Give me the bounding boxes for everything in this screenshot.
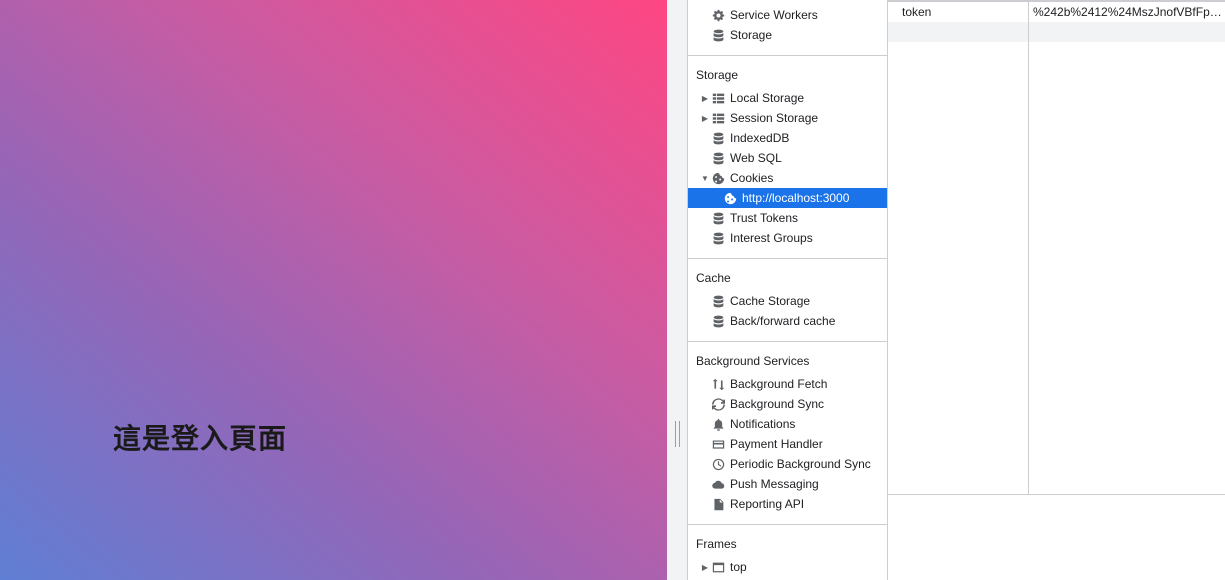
sidebar-item-label: Trust Tokens xyxy=(730,211,799,225)
sidebar-item-label: Push Messaging xyxy=(730,477,819,491)
section-divider xyxy=(688,524,887,525)
sidebar-item-indexeddb[interactable]: ▶ IndexedDB xyxy=(688,128,887,148)
cookie-value-cell[interactable]: %242b%2412%24MszJnofVBfFpb... xyxy=(1028,5,1225,19)
frame-icon xyxy=(711,560,725,574)
database-icon xyxy=(711,294,725,308)
sidebar-item-label: Interest Groups xyxy=(730,231,813,245)
expand-arrow-icon[interactable]: ▶ xyxy=(700,114,710,123)
sidebar-item-label: Service Workers xyxy=(730,8,818,22)
collapse-arrow-icon[interactable]: ▼ xyxy=(700,174,710,183)
splitter-grip[interactable] xyxy=(675,421,680,447)
sidebar-item-web-sql[interactable]: ▶ Web SQL xyxy=(688,148,887,168)
sidebar-item-label: Periodic Background Sync xyxy=(730,457,871,471)
database-icon xyxy=(711,131,725,145)
sidebar-item-label: Session Storage xyxy=(730,111,819,125)
database-icon xyxy=(711,211,725,225)
column-divider[interactable] xyxy=(1028,2,1029,495)
grid-icon xyxy=(711,91,725,105)
section-title-storage: Storage xyxy=(696,68,739,82)
file-icon xyxy=(711,497,725,511)
clock-icon xyxy=(711,457,725,471)
sidebar-item-session-storage[interactable]: ▶ Session Storage xyxy=(688,108,887,128)
sidebar-item-label: Background Fetch xyxy=(730,377,828,391)
table-row-empty[interactable] xyxy=(888,22,1225,42)
sidebar-item-label: http://localhost:3000 xyxy=(742,191,850,205)
cookie-name-cell[interactable]: token xyxy=(888,5,1028,19)
sidebar-item-label: Web SQL xyxy=(730,151,782,165)
page-viewport: 這是登入頁面 xyxy=(0,0,667,580)
database-icon xyxy=(711,28,725,42)
sidebar-item-label: Cookies xyxy=(730,171,774,185)
application-sidebar: ▶ Service Workers ▶ Storage Storage ▶ Lo… xyxy=(688,0,888,580)
page-heading: 這是登入頁面 xyxy=(113,422,288,455)
bell-icon xyxy=(711,417,725,431)
sidebar-item-cookie-origin[interactable]: ▶ http://localhost:3000 xyxy=(688,188,887,208)
cookie-icon xyxy=(711,171,725,185)
sidebar-item-label: Storage xyxy=(730,28,773,42)
cookie-icon xyxy=(723,191,737,205)
card-icon xyxy=(711,437,725,451)
gear-icon xyxy=(711,8,725,22)
sidebar-item-label: Reporting API xyxy=(730,497,805,511)
sidebar-item-back-forward-cache[interactable]: ▶ Back/forward cache xyxy=(688,311,887,331)
sidebar-item-periodic-background-sync[interactable]: ▶ Periodic Background Sync xyxy=(688,454,887,474)
database-icon xyxy=(711,231,725,245)
sidebar-item-payment-handler[interactable]: ▶ Payment Handler xyxy=(688,434,887,454)
section-title-cache: Cache xyxy=(696,271,731,285)
sidebar-item-label: IndexedDB xyxy=(730,131,790,145)
sidebar-item-notifications[interactable]: ▶ Notifications xyxy=(688,414,887,434)
sidebar-item-label: Back/forward cache xyxy=(730,314,836,328)
sidebar-item-cookies[interactable]: ▼ Cookies xyxy=(688,168,887,188)
sidebar-item-service-workers[interactable]: ▶ Service Workers xyxy=(688,5,887,25)
sidebar-item-label: Local Storage xyxy=(730,91,805,105)
expand-arrow-icon[interactable]: ▶ xyxy=(700,94,710,103)
sidebar-item-cache-storage[interactable]: ▶ Cache Storage xyxy=(688,291,887,311)
section-divider xyxy=(688,258,887,259)
cloud-icon xyxy=(711,477,725,491)
table-row[interactable]: token %242b%2412%24MszJnofVBfFpb... xyxy=(888,2,1225,22)
database-icon xyxy=(711,151,725,165)
sidebar-item-background-sync[interactable]: ▶ Background Sync xyxy=(688,394,887,414)
sidebar-item-local-storage[interactable]: ▶ Local Storage xyxy=(688,88,887,108)
database-icon xyxy=(711,314,725,328)
sync-icon xyxy=(711,397,725,411)
section-divider xyxy=(688,55,887,56)
sidebar-item-storage-overview[interactable]: ▶ Storage xyxy=(688,25,887,45)
up-down-arrows-icon xyxy=(711,377,725,391)
section-title-frames: Frames xyxy=(696,537,737,551)
sidebar-item-frame-top[interactable]: ▶ top xyxy=(688,557,887,577)
cookie-table: token %242b%2412%24MszJnofVBfFpb... xyxy=(888,0,1225,495)
sidebar-item-interest-groups[interactable]: ▶ Interest Groups xyxy=(688,228,887,248)
sidebar-item-label: Payment Handler xyxy=(730,437,823,451)
sidebar-item-label: Cache Storage xyxy=(730,294,811,308)
sidebar-item-label: top xyxy=(730,560,747,574)
section-divider xyxy=(688,341,887,342)
sidebar-item-reporting-api[interactable]: ▶ Reporting API xyxy=(688,494,887,514)
grid-icon xyxy=(711,111,725,125)
sidebar-item-push-messaging[interactable]: ▶ Push Messaging xyxy=(688,474,887,494)
section-title-background-services: Background Services xyxy=(696,354,810,368)
sidebar-item-background-fetch[interactable]: ▶ Background Fetch xyxy=(688,374,887,394)
cookie-preview-pane xyxy=(888,496,1225,580)
panel-splitter[interactable] xyxy=(667,0,688,580)
expand-arrow-icon[interactable]: ▶ xyxy=(700,563,710,572)
sidebar-item-trust-tokens[interactable]: ▶ Trust Tokens xyxy=(688,208,887,228)
sidebar-item-label: Background Sync xyxy=(730,397,825,411)
sidebar-item-label: Notifications xyxy=(730,417,796,431)
